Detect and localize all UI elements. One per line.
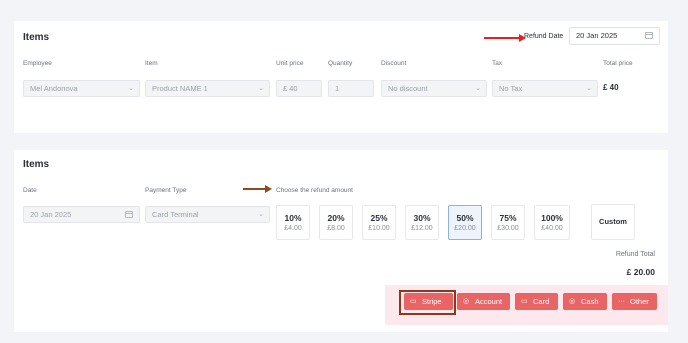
payment-type-select[interactable]: Card Terminal ⌄ — [145, 206, 270, 223]
refund-option-100[interactable]: 100% £40.00 — [534, 205, 570, 240]
option-amount: £8.00 — [327, 225, 345, 232]
discount-select[interactable]: No discount ⌄ — [381, 80, 487, 97]
other-button[interactable]: ··· Other — [612, 293, 657, 310]
refund-option-30[interactable]: 30% £12.00 — [405, 205, 439, 240]
card-button[interactable]: ▭ Card — [515, 293, 558, 310]
option-amount: £40.00 — [541, 225, 563, 232]
item-select[interactable]: Product NAME 1 ⌄ — [145, 80, 270, 97]
date-value: 20 Jan 2025 — [30, 210, 72, 219]
option-amount: £30.00 — [497, 225, 519, 232]
col-unit-price: Unit price — [276, 60, 304, 67]
cash-button[interactable]: ◎ Cash — [563, 293, 607, 310]
refund-option-25[interactable]: 25% £10.00 — [362, 205, 396, 240]
date-label: Date — [23, 187, 37, 194]
refund-date-label: Refund Date — [524, 33, 564, 40]
discount-value: No discount — [388, 84, 428, 93]
option-amount: £20.00 — [454, 225, 476, 232]
refund-total-value: £ 20.00 — [626, 267, 655, 277]
refund-option-10[interactable]: 10% £4.00 — [276, 205, 310, 240]
employee-select[interactable]: Mel Andonova ⌄ — [23, 80, 140, 97]
calendar-icon[interactable] — [645, 32, 653, 39]
refund-date-value: 20 Jan 2025 — [576, 31, 618, 40]
chevron-down-icon: ⌄ — [258, 211, 264, 218]
total-price-value: £ 40 — [603, 83, 619, 92]
option-amount: £4.00 — [284, 225, 302, 232]
refund-items-title: Items — [23, 159, 50, 170]
col-total-price: Total price — [603, 60, 633, 67]
unit-price-input[interactable]: £ 40 — [276, 80, 322, 97]
payment-type-value: Card Terminal — [152, 210, 199, 219]
refund-option-20[interactable]: 20% £8.00 — [319, 205, 353, 240]
option-percent: 25% — [370, 213, 388, 223]
option-percent: 20% — [327, 213, 345, 223]
cash-label: Cash — [581, 297, 599, 306]
annotation-arrow — [484, 34, 526, 42]
option-percent: 75% — [499, 213, 517, 223]
account-label: Account — [475, 297, 503, 306]
col-employee: Employee — [23, 60, 52, 67]
tax-value: No Tax — [499, 84, 523, 93]
chevron-down-icon: ⌄ — [586, 85, 592, 92]
chevron-down-icon: ⌄ — [128, 85, 134, 92]
quantity-value: 1 — [335, 84, 340, 93]
item-value: Product NAME 1 — [152, 84, 208, 93]
credit-card-icon: ▭ — [521, 298, 528, 305]
refund-total-label: Refund Total — [615, 251, 655, 258]
col-item: Item — [145, 60, 158, 67]
choose-refund-label: Choose the refund amount — [276, 187, 353, 194]
refund-option-50[interactable]: 50% £20.00 — [448, 205, 482, 240]
payment-type-label: Payment Type — [145, 187, 187, 194]
items-card: Items Refund Date 20 Jan 2025 Employee I… — [14, 21, 668, 133]
quantity-input[interactable]: 1 — [328, 80, 374, 97]
account-button[interactable]: ◎ Account — [457, 293, 510, 310]
date-input[interactable]: 20 Jan 2025 — [23, 206, 140, 223]
card-label: Card — [533, 297, 550, 306]
col-tax: Tax — [492, 60, 503, 67]
chevron-down-icon: ⌄ — [475, 85, 481, 92]
option-amount: £10.00 — [368, 225, 390, 232]
tax-select[interactable]: No Tax ⌄ — [492, 80, 598, 97]
option-percent: 100% — [541, 213, 563, 223]
employee-value: Mel Andonova — [30, 84, 78, 93]
refund-date-input[interactable]: 20 Jan 2025 — [569, 27, 660, 45]
ellipsis-icon: ··· — [618, 298, 625, 305]
other-label: Other — [630, 297, 649, 306]
col-quantity: Quantity — [328, 60, 353, 67]
stripe-highlight — [399, 290, 456, 315]
refund-option-75[interactable]: 75% £30.00 — [491, 205, 525, 240]
calendar-icon[interactable] — [125, 211, 133, 218]
custom-amount-button[interactable]: Custom — [591, 204, 635, 240]
option-percent: 30% — [413, 213, 431, 223]
circle-icon: ◎ — [463, 298, 470, 305]
option-amount: £12.00 — [411, 225, 433, 232]
items-title: Items — [23, 32, 50, 43]
coin-icon: ◎ — [569, 298, 576, 305]
col-discount: Discount — [381, 60, 407, 67]
refund-card: Items Date Payment Type Choose the refun… — [14, 150, 668, 332]
option-percent: 50% — [456, 213, 474, 223]
option-percent: 10% — [284, 213, 302, 223]
annotation-arrow — [243, 185, 272, 192]
chevron-down-icon: ⌄ — [258, 85, 264, 92]
unit-price-value: £ 40 — [283, 84, 298, 93]
